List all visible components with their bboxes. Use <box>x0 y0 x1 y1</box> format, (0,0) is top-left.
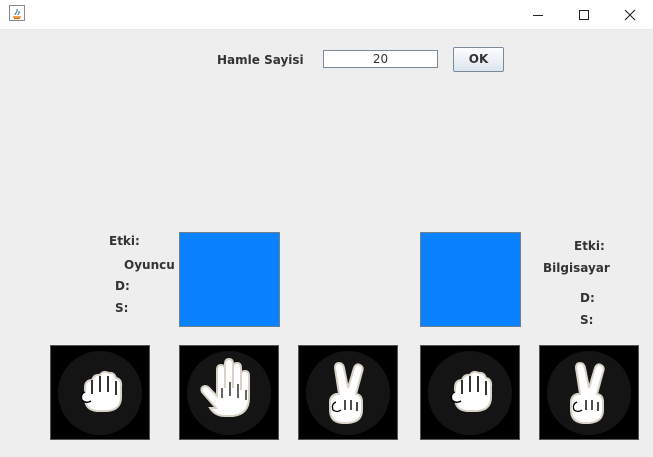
minimize-button[interactable] <box>515 0 561 29</box>
maximize-button[interactable] <box>561 0 607 29</box>
rock-hand-icon <box>428 350 512 435</box>
player-s-label: S: <box>115 301 129 315</box>
computer-effect-label: Etki: <box>574 239 605 253</box>
rock-hand-icon <box>58 350 142 435</box>
ok-button[interactable]: OK <box>453 47 504 72</box>
paper-hand-icon <box>187 350 271 435</box>
rock-card[interactable] <box>50 345 150 440</box>
player-name-label: Oyuncu <box>124 258 175 272</box>
computer-choice-slot <box>420 232 521 327</box>
close-button[interactable] <box>607 0 653 29</box>
scissors-hand-icon <box>547 350 631 435</box>
computer-name-label: Bilgisayar <box>543 261 610 275</box>
java-icon <box>9 5 25 21</box>
computer-s-label: S: <box>580 313 594 327</box>
player-effect-label: Etki: <box>109 234 140 248</box>
paper-card[interactable] <box>179 345 279 440</box>
scissors-card[interactable] <box>298 345 398 440</box>
player-d-label: D: <box>115 279 130 293</box>
player-choice-slot <box>179 232 280 327</box>
close-icon <box>624 9 636 20</box>
title-bar <box>0 0 653 30</box>
maximize-icon <box>579 9 589 20</box>
moves-input[interactable]: 20 <box>323 50 438 68</box>
scissors-card[interactable] <box>539 345 639 440</box>
rock-card[interactable] <box>420 345 520 440</box>
minimize-icon <box>533 14 543 16</box>
scissors-hand-icon <box>306 350 390 435</box>
computer-d-label: D: <box>580 291 595 305</box>
moves-label: Hamle Sayisi <box>217 53 304 67</box>
